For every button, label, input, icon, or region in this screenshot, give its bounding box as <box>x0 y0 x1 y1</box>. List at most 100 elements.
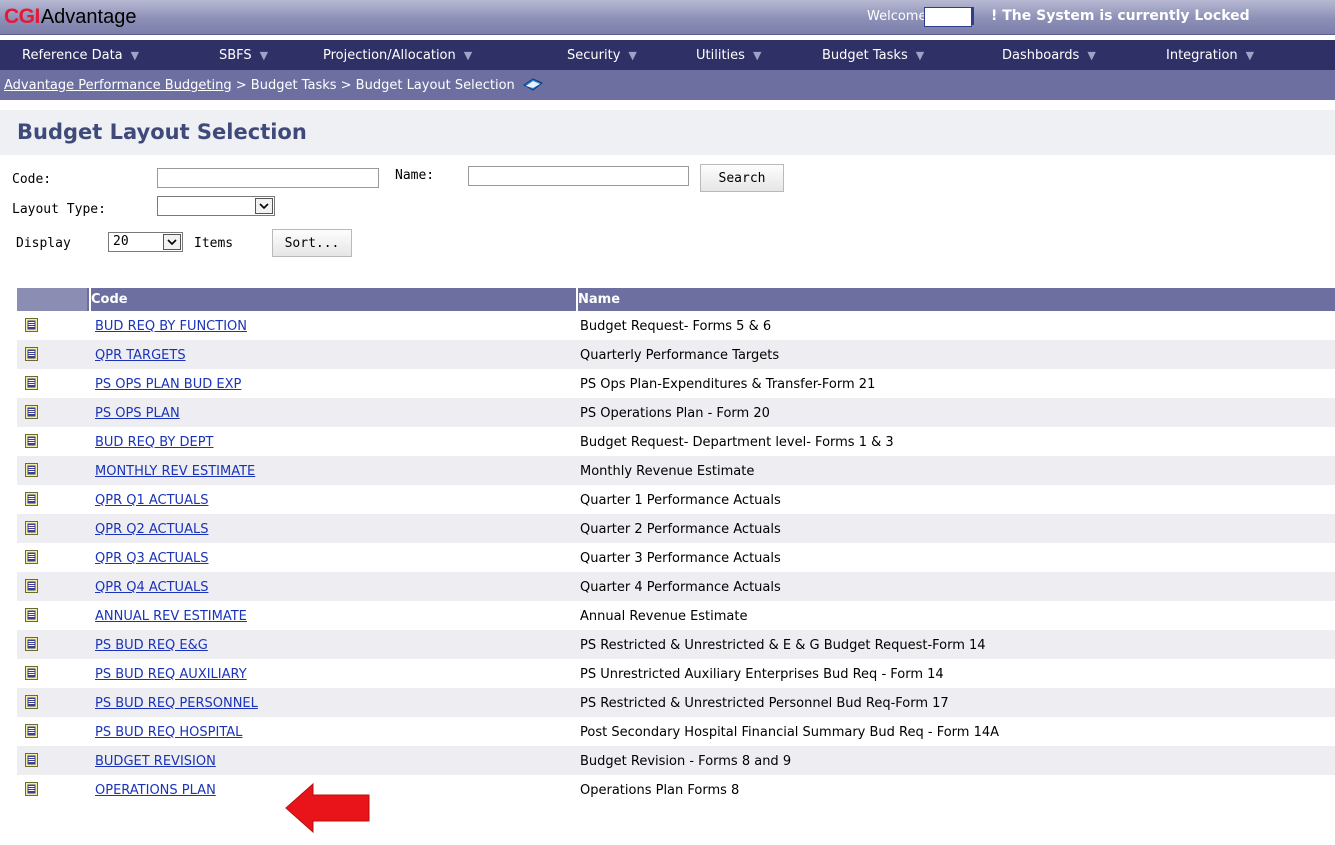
chevron-down-icon: ▼ <box>130 48 140 62</box>
row-name: Quarter 3 Performance Actuals <box>580 551 781 566</box>
document-icon[interactable] <box>25 347 38 361</box>
table-header: Code Name <box>17 288 1335 311</box>
chevron-down-icon: ▼ <box>752 48 762 62</box>
document-icon[interactable] <box>25 695 38 709</box>
breadcrumb-link-home[interactable]: Advantage Performance Budgeting <box>4 78 232 93</box>
row-name: Budget Request- Department level- Forms … <box>580 435 894 450</box>
row-code-link[interactable]: OPERATIONS PLAN <box>95 783 216 798</box>
row-code-link[interactable]: QPR Q2 ACTUALS <box>95 522 208 537</box>
table-row: PS OPS PLAN BUD EXP PS Ops Plan-Expenditu… <box>17 369 1335 398</box>
chevron-down-icon <box>163 234 181 250</box>
document-icon[interactable] <box>25 579 38 593</box>
menu-sbfs[interactable]: SBFS ▼ <box>219 40 268 70</box>
menu-reference-data[interactable]: Reference Data ▼ <box>22 40 139 70</box>
row-code-link[interactable]: QPR Q1 ACTUALS <box>95 493 208 508</box>
row-code-link[interactable]: QPR Q3 ACTUALS <box>95 551 208 566</box>
menu-projection-allocation[interactable]: Projection/Allocation ▼ <box>323 40 472 70</box>
row-name: Quarter 1 Performance Actuals <box>580 493 781 508</box>
table-row: PS OPS PLAN PS Operations Plan - Form 20 <box>17 398 1335 427</box>
row-name: Post Secondary Hospital Financial Summar… <box>580 725 1000 740</box>
row-code-link[interactable]: MONTHLY REV ESTIMATE <box>95 464 255 479</box>
chevron-down-icon: ▼ <box>259 48 269 62</box>
menu-label: Security <box>567 47 621 63</box>
row-name: Operations Plan Forms 8 <box>580 783 740 798</box>
document-icon[interactable] <box>25 608 38 622</box>
layout-type-label: Layout Type: <box>12 202 106 217</box>
menu-utilities[interactable]: Utilities ▼ <box>696 40 761 70</box>
row-code-link[interactable]: PS BUD REQ AUXILIARY <box>95 667 247 682</box>
items-label: Items <box>194 236 234 251</box>
row-name: Quarter 2 Performance Actuals <box>580 522 781 537</box>
table-row: BUD REQ BY FUNCTION Budget Request- Forms… <box>17 311 1335 340</box>
chevron-down-icon: ▼ <box>915 48 925 62</box>
document-icon[interactable] <box>25 637 38 651</box>
table-row: QPR TARGETS Quarterly Performance Targets <box>17 340 1335 369</box>
menu-label: Projection/Allocation <box>323 47 456 63</box>
code-label: Code: <box>12 172 52 187</box>
document-icon[interactable] <box>25 463 38 477</box>
menu-label: Budget Tasks <box>822 47 908 63</box>
code-input[interactable] <box>157 168 379 188</box>
document-icon[interactable] <box>25 782 38 796</box>
document-icon[interactable] <box>25 434 38 448</box>
menu-dashboards[interactable]: Dashboards ▼ <box>1002 40 1096 70</box>
menu-label: Integration <box>1166 47 1238 63</box>
brand-name: Advantage <box>40 5 137 28</box>
row-code-link[interactable]: BUD REQ BY DEPT <box>95 435 213 450</box>
document-icon[interactable] <box>25 724 38 738</box>
menu-integration[interactable]: Integration ▼ <box>1166 40 1254 70</box>
search-button[interactable]: Search <box>700 164 784 192</box>
document-icon[interactable] <box>25 666 38 680</box>
row-name: PS Restricted & Unrestricted & E & G Bud… <box>580 638 986 653</box>
table-row: PS BUD REQ E&G PS Restricted & Unrestrict… <box>17 630 1335 659</box>
row-code-link[interactable]: BUDGET REVISION <box>95 754 216 769</box>
row-code-link[interactable]: QPR TARGETS <box>95 348 186 363</box>
book-icon[interactable] <box>522 78 543 92</box>
menu-budget-tasks[interactable]: Budget Tasks ▼ <box>822 40 924 70</box>
breadcrumb-container: Advantage Performance Budgeting > Budget… <box>4 78 515 93</box>
app-header: CGI Advantage Welcome, ! The System is c… <box>0 0 1335 35</box>
row-code-link[interactable]: PS OPS PLAN BUD EXP <box>95 377 241 392</box>
sort-button[interactable]: Sort... <box>272 229 352 257</box>
document-icon[interactable] <box>25 376 38 390</box>
name-input[interactable] <box>468 166 689 186</box>
chevron-down-icon: ▼ <box>1087 48 1096 62</box>
document-icon[interactable] <box>25 753 38 767</box>
column-header-name[interactable]: Name <box>578 292 620 307</box>
table-row: QPR Q1 ACTUALS Quarter 1 Performance Actu… <box>17 485 1335 514</box>
system-lock-message: ! The System is currently Locked <box>991 8 1250 24</box>
brand-logo: CGI Advantage <box>0 0 136 34</box>
row-name: Quarterly Performance Targets <box>580 348 780 363</box>
row-code-link[interactable]: ANNUAL REV ESTIMATE <box>95 609 247 624</box>
table-row: BUD REQ BY DEPT Budget Request- Departmen… <box>17 427 1335 456</box>
row-code-link[interactable]: BUD REQ BY FUNCTION <box>95 319 247 334</box>
document-icon[interactable] <box>25 318 38 332</box>
document-icon[interactable] <box>25 405 38 419</box>
row-code-link[interactable]: PS BUD REQ PERSONNEL <box>95 696 258 711</box>
table-row: MONTHLY REV ESTIMATE Monthly Revenue Esti… <box>17 456 1335 485</box>
document-icon[interactable] <box>25 521 38 535</box>
table-body: BUD REQ BY FUNCTION Budget Request- Forms… <box>17 311 1335 804</box>
display-count-select[interactable]: 20 <box>108 232 183 252</box>
row-name: Quarter 4 Performance Actuals <box>580 580 781 595</box>
search-button-label: Search <box>718 170 766 186</box>
column-header-code[interactable]: Code <box>91 292 128 307</box>
welcome-label: Welcome, <box>867 9 931 24</box>
chevron-down-icon <box>255 198 273 214</box>
row-code-link[interactable]: QPR Q4 ACTUALS <box>95 580 208 595</box>
table-row: QPR Q4 ACTUALS Quarter 4 Performance Actu… <box>17 572 1335 601</box>
menu-security[interactable]: Security ▼ <box>567 40 637 70</box>
row-code-link[interactable]: PS BUD REQ HOSPITAL <box>95 725 242 740</box>
row-name: PS Ops Plan-Expenditures & Transfer-Form… <box>580 377 876 392</box>
main-menu-bar: Reference Data ▼ SBFS ▼ Projection/Allocat… <box>0 40 1335 70</box>
table-row: PS BUD REQ PERSONNEL PS Restricted & Unre… <box>17 688 1335 717</box>
display-label: Display <box>16 236 71 251</box>
layout-type-select[interactable] <box>157 196 275 216</box>
name-label: Name: <box>395 168 435 183</box>
menu-label: SBFS <box>219 47 252 63</box>
header-icon-column <box>17 288 87 311</box>
row-code-link[interactable]: PS BUD REQ E&G <box>95 638 208 653</box>
row-code-link[interactable]: PS OPS PLAN <box>95 406 180 421</box>
document-icon[interactable] <box>25 550 38 564</box>
document-icon[interactable] <box>25 492 38 506</box>
